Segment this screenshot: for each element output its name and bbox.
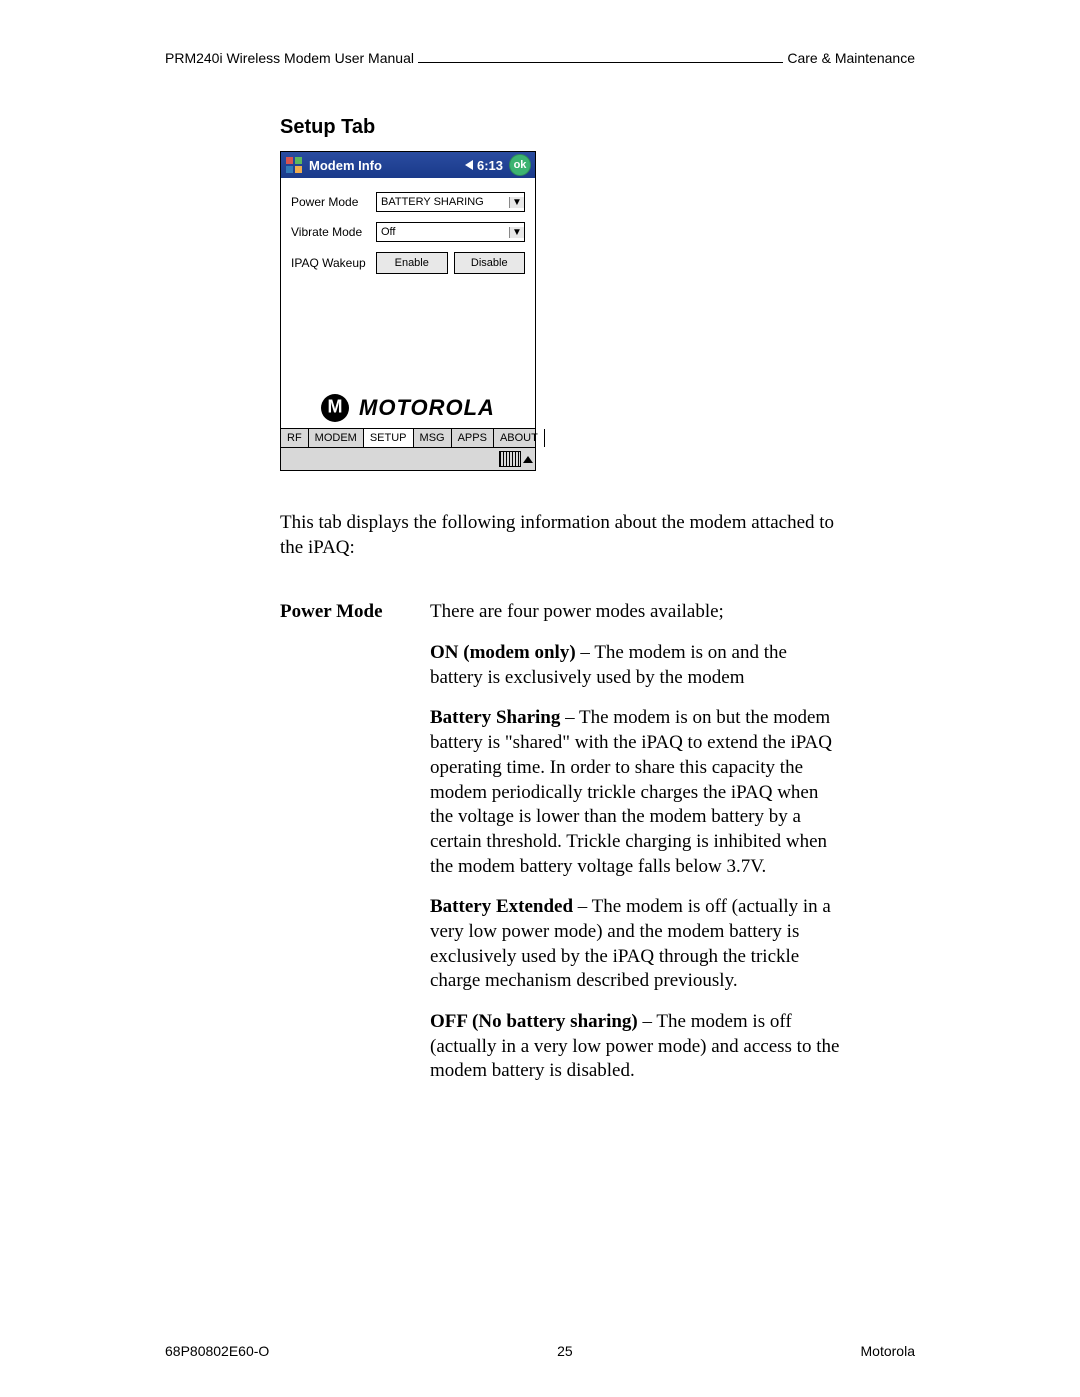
header-rule xyxy=(418,62,783,63)
power-mode-heading: Power Mode xyxy=(280,600,430,625)
mode-battery-extended: Battery Extended – The modem is off (act… xyxy=(430,895,840,994)
tab-apps[interactable]: APPS xyxy=(452,429,494,447)
vibrate-mode-value: Off xyxy=(381,226,509,238)
device-body: Power Mode BATTERY SHARING ▼ Vibrate Mod… xyxy=(281,178,535,428)
tab-msg[interactable]: MSG xyxy=(414,429,452,447)
footer-left: 68P80802E60-O xyxy=(165,1343,269,1359)
windows-logo-icon xyxy=(285,156,303,174)
tab-setup[interactable]: SETUP xyxy=(364,429,414,447)
tab-modem[interactable]: MODEM xyxy=(309,429,364,447)
motorola-branding: MOTOROLA xyxy=(291,394,525,422)
sip-up-icon[interactable] xyxy=(523,456,533,463)
mode-battery-sharing: Battery Sharing – The modem is on but th… xyxy=(430,706,840,879)
window-title: Modem Info xyxy=(309,158,465,173)
body-content: This tab displays the following informat… xyxy=(280,511,840,1100)
clock: 6:13 xyxy=(477,158,503,173)
tab-about[interactable]: ABOUT xyxy=(494,429,545,447)
sip-bar xyxy=(281,447,535,470)
section-heading: Setup Tab xyxy=(280,116,915,139)
vibrate-mode-label: Vibrate Mode xyxy=(291,225,376,239)
chevron-down-icon: ▼ xyxy=(509,197,524,208)
ok-button[interactable]: ok xyxy=(509,154,531,176)
power-mode-lead: There are four power modes available; xyxy=(430,600,840,625)
mode-off: OFF (No battery sharing) – The modem is … xyxy=(430,1010,840,1084)
title-bar: Modem Info 6:13 ok xyxy=(281,152,535,178)
tab-strip: RF MODEM SETUP MSG APPS ABOUT xyxy=(281,428,535,447)
motorola-logo-icon xyxy=(321,394,349,422)
power-mode-value: BATTERY SHARING xyxy=(381,196,509,208)
device-screenshot: Modem Info 6:13 ok Power Mode BATTERY SH… xyxy=(280,151,536,471)
running-header: PRM240i Wireless Modem User Manual Care … xyxy=(165,50,915,66)
keyboard-icon[interactable] xyxy=(499,451,521,467)
footer-page-number: 25 xyxy=(557,1343,573,1359)
enable-button[interactable]: Enable xyxy=(376,252,448,274)
power-mode-description: There are four power modes available; ON… xyxy=(430,600,840,1100)
power-mode-dropdown[interactable]: BATTERY SHARING ▼ xyxy=(376,192,525,212)
ipaq-wakeup-label: IPAQ Wakeup xyxy=(291,256,376,270)
tab-rf[interactable]: RF xyxy=(281,429,309,447)
vibrate-mode-dropdown[interactable]: Off ▼ xyxy=(376,222,525,242)
page-footer: 68P80802E60-O 25 Motorola xyxy=(165,1343,915,1359)
header-right: Care & Maintenance xyxy=(787,50,915,66)
disable-button[interactable]: Disable xyxy=(454,252,526,274)
speaker-icon[interactable] xyxy=(465,160,473,170)
power-mode-label: Power Mode xyxy=(291,195,376,209)
mode-on: ON (modem only) – The modem is on and th… xyxy=(430,641,840,690)
intro-paragraph: This tab displays the following informat… xyxy=(280,511,840,560)
footer-right: Motorola xyxy=(861,1343,915,1359)
chevron-down-icon: ▼ xyxy=(509,227,524,238)
motorola-wordmark: MOTOROLA xyxy=(359,395,495,421)
header-left: PRM240i Wireless Modem User Manual xyxy=(165,50,414,66)
